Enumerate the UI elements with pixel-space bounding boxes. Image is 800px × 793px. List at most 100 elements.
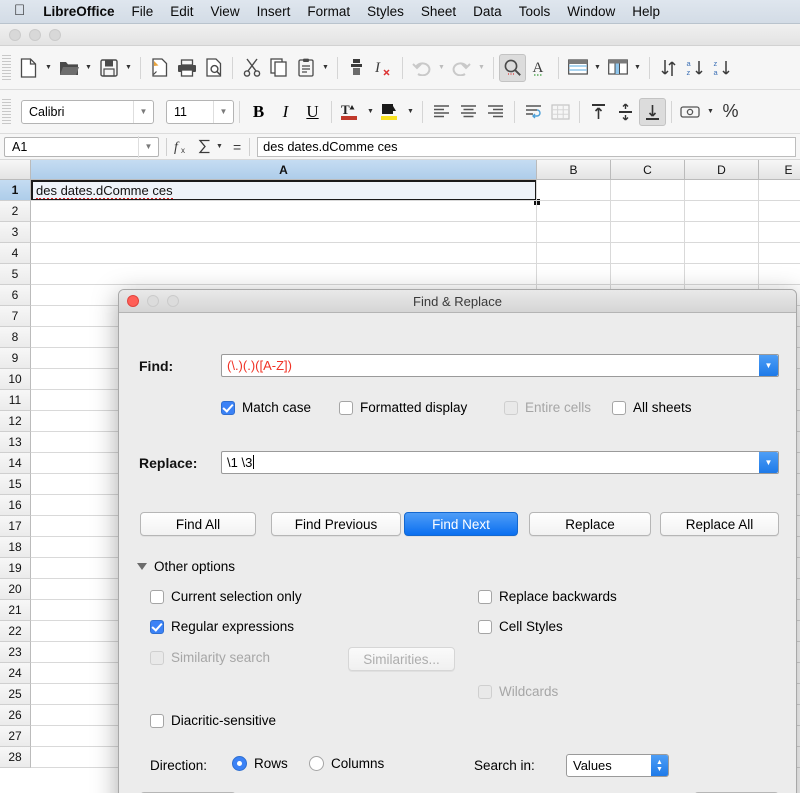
find-all-button[interactable]: Find All [140, 512, 256, 536]
menu-item-data[interactable]: Data [473, 4, 502, 19]
row-header-2[interactable]: 2 [0, 201, 31, 222]
row-header-19[interactable]: 19 [0, 558, 31, 579]
column-header-a[interactable]: A [31, 160, 537, 180]
checkbox-current-selection-only[interactable]: Current selection only [150, 589, 302, 604]
formula-equals-icon[interactable]: = [233, 139, 241, 155]
wrap-text-icon[interactable] [520, 98, 547, 126]
column-header-d[interactable]: D [685, 160, 759, 180]
menu-item-sheet[interactable]: Sheet [421, 4, 456, 19]
new-document-icon[interactable] [15, 54, 42, 82]
close-window-button[interactable] [9, 28, 21, 41]
row-header-5[interactable]: 5 [0, 264, 31, 285]
checkbox-all-sheets[interactable]: All sheets [612, 400, 692, 415]
row-header-14[interactable]: 14 [0, 453, 31, 474]
checkbox-replace-backwards[interactable]: Replace backwards [478, 589, 617, 604]
row-header-26[interactable]: 26 [0, 705, 31, 726]
clear-formatting-icon[interactable]: I [370, 54, 397, 82]
row-header-6[interactable]: 6 [0, 285, 31, 306]
row-header-21[interactable]: 21 [0, 600, 31, 621]
checkbox-cell-styles[interactable]: Cell Styles [478, 619, 563, 634]
row-header-10[interactable]: 10 [0, 369, 31, 390]
sum-icon[interactable] [198, 139, 212, 154]
row-header-13[interactable]: 13 [0, 432, 31, 453]
toolbar-grip[interactable] [2, 98, 11, 125]
clone-formatting-icon[interactable] [343, 54, 370, 82]
insert-table-icon[interactable] [604, 54, 631, 82]
menu-item-format[interactable]: Format [307, 4, 350, 19]
column-header-c[interactable]: C [611, 160, 685, 180]
checkbox-regular-expressions[interactable]: Regular expressions [150, 619, 294, 634]
row-header-7[interactable]: 7 [0, 306, 31, 327]
highlight-color-icon[interactable] [377, 98, 404, 126]
function-wizard-icon[interactable]: fx [174, 138, 188, 155]
align-center-icon[interactable] [455, 98, 482, 126]
sum-dropdown-icon[interactable]: ▼ [216, 143, 223, 150]
menu-item-window[interactable]: Window [567, 4, 615, 19]
new-document-dropdown-icon[interactable]: ▼ [42, 54, 55, 82]
print-preview-icon[interactable] [200, 54, 227, 82]
replace-all-button[interactable]: Replace All [660, 512, 779, 536]
find-next-button[interactable]: Find Next [404, 512, 518, 536]
font-size-combo[interactable]: 11 ▼ [166, 99, 234, 124]
open-folder-icon[interactable] [55, 54, 82, 82]
checkbox-diacritic-sensitive[interactable]: Diacritic-sensitive [150, 713, 276, 728]
save-dropdown-icon[interactable]: ▼ [122, 54, 135, 82]
redo-icon[interactable] [448, 54, 475, 82]
sort-table-icon[interactable] [564, 54, 591, 82]
active-cell-a1[interactable]: des dates.dComme ces [31, 180, 537, 201]
maximize-window-button[interactable] [49, 28, 61, 41]
align-left-icon[interactable] [428, 98, 455, 126]
row-header-20[interactable]: 20 [0, 579, 31, 600]
minimize-window-button[interactable] [29, 28, 41, 41]
font-name-combo[interactable]: Calibri ▼ [21, 99, 154, 124]
column-header-e[interactable]: E [759, 160, 800, 180]
row-header-27[interactable]: 27 [0, 726, 31, 747]
align-bottom-icon[interactable] [639, 97, 666, 126]
percent-icon[interactable]: % [717, 98, 744, 126]
radio-rows[interactable]: Rows [232, 756, 288, 771]
row-header-12[interactable]: 12 [0, 411, 31, 432]
align-top-icon[interactable] [585, 98, 612, 126]
row-header-22[interactable]: 22 [0, 621, 31, 642]
apple-icon[interactable]:  [14, 3, 25, 18]
highlight-color-dropdown-icon[interactable]: ▼ [404, 98, 417, 126]
underline-icon[interactable]: U [299, 98, 326, 126]
paste-dropdown-icon[interactable]: ▼ [319, 54, 332, 82]
name-box[interactable]: A1 ▼ [4, 135, 159, 158]
row-header-4[interactable]: 4 [0, 243, 31, 264]
row-header-28[interactable]: 28 [0, 747, 31, 768]
row-header-23[interactable]: 23 [0, 642, 31, 663]
menu-item-insert[interactable]: Insert [257, 4, 291, 19]
replace-input[interactable]: \1 \3 ▼ [221, 451, 779, 474]
minimize-window-button[interactable] [147, 295, 159, 307]
menu-item-libreoffice[interactable]: LibreOffice [43, 4, 114, 19]
row-header-18[interactable]: 18 [0, 537, 31, 558]
checkbox-formatted-display[interactable]: Formatted display [339, 400, 467, 415]
redo-dropdown-icon[interactable]: ▼ [475, 54, 488, 82]
close-window-button[interactable] [127, 295, 139, 307]
other-options-disclosure[interactable]: Other options [137, 559, 235, 574]
sort-table-dropdown-icon[interactable]: ▼ [591, 54, 604, 82]
align-middle-icon[interactable] [612, 98, 639, 126]
radio-columns[interactable]: Columns [309, 756, 384, 771]
font-color-dropdown-icon[interactable]: ▼ [364, 98, 377, 126]
replace-button[interactable]: Replace [529, 512, 651, 536]
merge-cells-icon[interactable] [547, 98, 574, 126]
chevron-down-icon[interactable]: ▼ [213, 100, 233, 123]
italic-icon[interactable]: I [272, 98, 299, 126]
checkbox-match-case[interactable]: Match case [221, 400, 311, 415]
row-header-11[interactable]: 11 [0, 390, 31, 411]
row-header-9[interactable]: 9 [0, 348, 31, 369]
sort-descending-icon[interactable]: za [709, 54, 736, 82]
sort-icon[interactable] [655, 54, 682, 82]
find-input[interactable]: (\.)(.)([A-Z]) ▼ [221, 354, 779, 377]
chevron-down-icon[interactable]: ▼ [138, 135, 158, 158]
save-icon[interactable] [95, 54, 122, 82]
print-icon[interactable] [173, 54, 200, 82]
row-header-1[interactable]: 1 [0, 180, 31, 201]
menu-item-help[interactable]: Help [632, 4, 660, 19]
currency-dropdown-icon[interactable]: ▼ [704, 98, 717, 126]
open-folder-dropdown-icon[interactable]: ▼ [82, 54, 95, 82]
sort-ascending-icon[interactable]: az [682, 54, 709, 82]
copy-icon[interactable] [265, 54, 292, 82]
